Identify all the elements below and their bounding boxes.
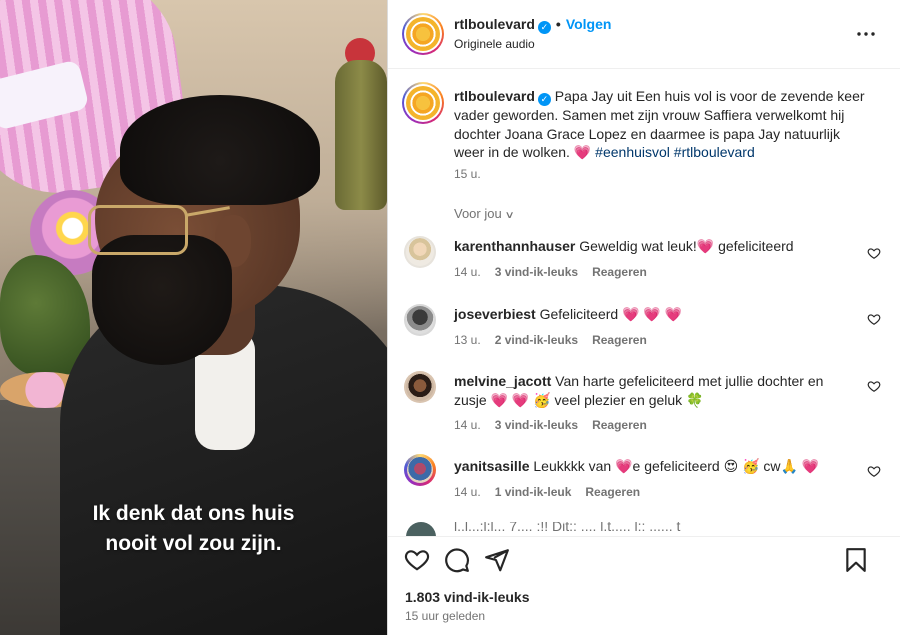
comment-likes[interactable]: 1 vind-ik-leuk — [495, 485, 572, 499]
comment-sort-label: Voor jou — [454, 206, 502, 221]
heart-icon[interactable] — [867, 379, 881, 393]
comment-likes[interactable]: 2 vind-ik-leuks — [495, 333, 578, 347]
comment-time[interactable]: 13 u. — [454, 333, 481, 347]
comment-text: Gefeliciteerd 💗 💗 💗 — [539, 306, 683, 322]
comment-text: Leukkkk van 💗e gefeliciteerd 😍 🥳 cw🙏 💗 — [533, 458, 820, 474]
comment-time[interactable]: 14 u. — [454, 418, 481, 432]
heart-icon[interactable] — [404, 547, 430, 573]
original-audio-link[interactable]: Originele audio — [454, 37, 535, 51]
verified-badge-icon: ✓ — [537, 21, 551, 34]
comment-body: melvine_jacott Van harte gefeliciteerd m… — [454, 372, 844, 409]
comment-likes[interactable]: 3 vind-ik-leuks — [495, 265, 578, 279]
partial-comment: l..l...:l:l... 7.... :!! Dit:: .... l.t.… — [388, 522, 900, 536]
comment-time[interactable]: 14 u. — [454, 485, 481, 499]
comment-username[interactable]: yanitsasille — [454, 458, 530, 474]
person-hair — [120, 95, 320, 205]
separator-dot: • — [555, 16, 561, 32]
comment-likes[interactable]: 3 vind-ik-leuks — [495, 418, 578, 432]
partial-comment-text: l..l...:l:l... 7.... :!! Dit:: .... l.t.… — [454, 522, 681, 534]
reply-button[interactable]: Reageren — [592, 418, 647, 432]
heart-icon[interactable] — [867, 246, 881, 260]
heart-icon[interactable] — [867, 312, 881, 326]
commenter-avatar[interactable] — [406, 522, 436, 536]
caption-timestamp[interactable]: 15 u. — [454, 167, 481, 181]
commenter-avatar[interactable] — [404, 236, 436, 268]
post-side-panel: rtlboulevard ✓ • Volgen Originele audio rtl… — [387, 0, 900, 635]
video-subtitle-line-2: nooit vol zou zijn. — [105, 532, 282, 555]
sun-logo-icon — [406, 17, 440, 51]
author-row: rtlboulevard ✓ • Volgen — [454, 16, 611, 34]
comment-meta: 14 u. 3 vind-ik-leuks Reageren — [454, 418, 661, 432]
comment-body: joseverbiest Gefeliciteerd 💗 💗 💗 — [454, 305, 844, 324]
comment-username[interactable]: joseverbiest — [454, 306, 536, 322]
post-age[interactable]: 15 uur geleden — [405, 609, 485, 623]
comment-meta: 14 u. 1 vind-ik-leuk Reageren — [454, 485, 654, 499]
author-avatar[interactable] — [402, 13, 444, 55]
caption-username[interactable]: rtlboulevard — [454, 88, 535, 104]
post-actions: 1.803 vind-ik-leuks 15 uur geleden — [388, 536, 900, 635]
hashtag-link[interactable]: #eenhuisvol — [595, 144, 670, 160]
likes-count[interactable]: 1.803 vind-ik-leuks — [405, 589, 530, 605]
comment-meta: 14 u. 3 vind-ik-leuks Reageren — [454, 265, 661, 279]
author-username[interactable]: rtlboulevard — [454, 16, 535, 32]
caption-emoji: 💗 — [573, 144, 592, 160]
chevron-down-icon: ∨ — [504, 210, 515, 221]
comment-meta: 13 u. 2 vind-ik-leuks Reageren — [454, 333, 661, 347]
vase — [335, 60, 387, 210]
hashtag-link[interactable]: #rtlboulevard — [674, 144, 755, 160]
commenter-avatar[interactable] — [404, 304, 436, 336]
comment-username[interactable]: karenthannhauser — [454, 238, 575, 254]
caption-author-avatar[interactable] — [402, 82, 444, 124]
commenter-avatar[interactable] — [404, 371, 436, 403]
comment-sort-dropdown[interactable]: Voor jou ∨ — [454, 206, 515, 221]
follow-button[interactable]: Volgen — [566, 16, 612, 32]
bookmark-icon[interactable] — [843, 547, 869, 573]
comment-icon[interactable] — [444, 547, 470, 573]
comment-username[interactable]: melvine_jacott — [454, 373, 551, 389]
heart-icon[interactable] — [867, 464, 881, 478]
video-player[interactable]: Ik denk dat ons huis nooit vol zou zijn. — [0, 0, 387, 635]
reply-button[interactable]: Reageren — [592, 333, 647, 347]
post-caption: rtlboulevard ✓ Papa Jay uit Een huis vol … — [454, 87, 874, 162]
more-options-icon[interactable] — [854, 22, 878, 46]
glasses — [88, 205, 188, 255]
reply-button[interactable]: Reageren — [585, 485, 640, 499]
comment-body: yanitsasille Leukkkk van 💗e gefeliciteer… — [454, 457, 844, 476]
comment-time[interactable]: 14 u. — [454, 265, 481, 279]
video-subtitle-line-1: Ik denk dat ons huis — [92, 502, 295, 525]
comment-body: karenthannhauser Geweldig wat leuk!💗 gef… — [454, 237, 844, 256]
sun-logo-icon — [406, 86, 440, 120]
comment-text: Geweldig wat leuk!💗 gefeliciteerd — [579, 238, 794, 254]
verified-badge-icon: ✓ — [537, 93, 551, 106]
share-icon[interactable] — [484, 547, 510, 573]
reply-button[interactable]: Reageren — [592, 265, 647, 279]
post-header: rtlboulevard ✓ • Volgen Originele audio — [388, 0, 900, 69]
commenter-avatar[interactable] — [404, 454, 436, 486]
post-dialog: Ik denk dat ons huis nooit vol zou zijn.… — [0, 0, 900, 635]
